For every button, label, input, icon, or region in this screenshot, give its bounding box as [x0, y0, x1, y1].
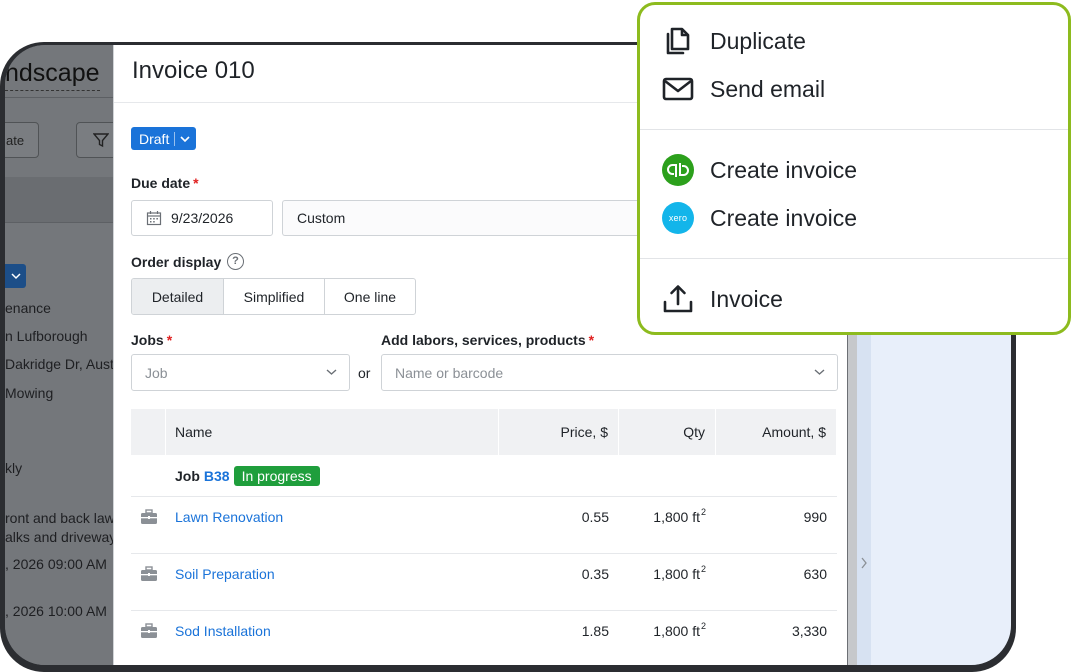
header-qty: Qty	[619, 409, 716, 455]
chevron-right-icon[interactable]	[860, 557, 868, 569]
background-chip	[5, 264, 26, 288]
chevron-down-icon	[326, 369, 337, 375]
toolbox-icon	[131, 497, 166, 537]
background-band	[5, 177, 117, 223]
menu-divider	[640, 258, 1068, 259]
status-badge: In progress	[233, 465, 320, 486]
item-qty: 1,800 ft 2	[653, 564, 706, 582]
mail-icon	[660, 71, 696, 107]
quickbooks-icon-wrap	[660, 152, 696, 188]
header-spacer	[131, 409, 166, 455]
item-qty: 1,800 ft 2	[653, 621, 706, 639]
background-app: ndscape ate enance n Lufborough Dakridge…	[5, 45, 126, 665]
item-name-link[interactable]: Soil Preparation	[166, 554, 499, 594]
job-link[interactable]: B38	[204, 468, 230, 484]
job-prefix: Job	[175, 467, 200, 484]
due-date-label: Due date *	[131, 175, 199, 191]
menu-item-create-invoice-xero[interactable]: xero Create invoice	[660, 200, 857, 236]
xero-icon: xero	[662, 202, 694, 234]
status-label: Draft	[139, 130, 170, 147]
jobs-placeholder: Job	[145, 364, 168, 381]
background-row: Mowing	[5, 385, 54, 401]
order-display-label: Order display	[131, 254, 222, 270]
jobs-select[interactable]: Job	[131, 354, 350, 391]
chevron-down-icon	[180, 135, 190, 142]
xero-icon-wrap: xero	[660, 200, 696, 236]
filter-icon	[93, 133, 109, 148]
menu-item-create-invoice-quickbooks[interactable]: Create invoice	[660, 152, 857, 188]
items-placeholder: Name or barcode	[395, 364, 504, 381]
menu-divider	[640, 129, 1068, 130]
jobs-label: Jobs *	[131, 332, 173, 348]
help-icon[interactable]: ?	[227, 253, 244, 270]
item-price: 0.35	[581, 566, 609, 582]
chevron-down-icon	[11, 273, 21, 280]
header-price: Price, $	[499, 409, 619, 455]
menu-item-duplicate[interactable]: Duplicate	[660, 23, 806, 59]
add-items-label: Add labors, services, products *	[381, 332, 595, 348]
item-name-link[interactable]: Lawn Renovation	[166, 497, 499, 537]
item-price: 0.55	[581, 509, 609, 525]
background-divider	[5, 97, 117, 98]
or-text: or	[358, 365, 371, 381]
chevron-down-icon	[814, 369, 825, 375]
items-select[interactable]: Name or barcode	[381, 354, 838, 391]
table-row: Soil Preparation 0.35 1,800 ft 2 630	[131, 554, 837, 611]
upload-icon	[660, 281, 696, 317]
background-row: kly	[5, 460, 23, 476]
job-group-row: Job B38 In progress	[131, 455, 837, 497]
status-separator	[174, 131, 176, 146]
item-price: 1.85	[581, 623, 609, 639]
table-row: Lawn Renovation 0.55 1,800 ft 2 990	[131, 497, 837, 554]
table-header: Name Price, $ Qty Amount, $	[131, 409, 837, 455]
order-display-toggle: Detailed Simplified One line	[131, 278, 416, 315]
background-row: enance	[5, 300, 51, 316]
item-name-link[interactable]: Sod Installation	[166, 611, 499, 651]
order-display-simplified[interactable]: Simplified	[224, 279, 325, 314]
menu-item-label: Send email	[710, 75, 826, 102]
item-amount: 630	[803, 566, 827, 582]
due-date-value: 9/23/2026	[171, 210, 234, 226]
menu-item-label: Invoice	[710, 285, 783, 312]
menu-item-label: Create invoice	[710, 156, 858, 183]
order-display-detailed[interactable]: Detailed	[132, 279, 224, 314]
order-display-one-line[interactable]: One line	[325, 279, 415, 314]
background-row: n Lufborough	[5, 328, 88, 344]
background-title: ndscape	[5, 59, 100, 91]
menu-item-export-invoice[interactable]: Invoice	[660, 281, 783, 317]
due-date-input[interactable]: 9/23/2026	[131, 200, 273, 236]
menu-item-label: Create invoice	[710, 204, 858, 231]
item-amount: 3,330	[791, 623, 827, 639]
status-dropdown[interactable]: Draft	[131, 127, 197, 150]
header-name: Name	[166, 409, 499, 455]
toolbox-icon	[131, 554, 166, 594]
item-amount: 990	[803, 509, 827, 525]
line-items-table: Name Price, $ Qty Amount, $ Job B38 In p…	[131, 409, 837, 665]
background-row: , 2026 10:00 AM	[5, 603, 107, 619]
item-qty: 1,800 ft 2	[653, 507, 706, 525]
background-row: ront and back law	[5, 510, 115, 526]
due-term-value: Custom	[297, 210, 346, 226]
table-row: Sod Installation 1.85 1,800 ft 2 3,330	[131, 611, 837, 665]
menu-item-label: Duplicate	[710, 27, 806, 54]
background-row: Dakridge Dr, Aust	[5, 356, 114, 372]
quickbooks-icon	[662, 154, 694, 186]
background-row: alks and driveway	[5, 529, 117, 545]
header-amount: Amount, $	[716, 409, 837, 455]
calendar-icon	[146, 211, 162, 226]
background-row: , 2026 09:00 AM	[5, 556, 107, 572]
actions-menu: Duplicate Send email Create invoice xero…	[637, 2, 1071, 335]
duplicate-icon	[660, 23, 696, 59]
menu-item-send-email[interactable]: Send email	[660, 71, 825, 107]
toolbox-icon	[131, 611, 166, 651]
background-button: ate	[5, 122, 39, 158]
